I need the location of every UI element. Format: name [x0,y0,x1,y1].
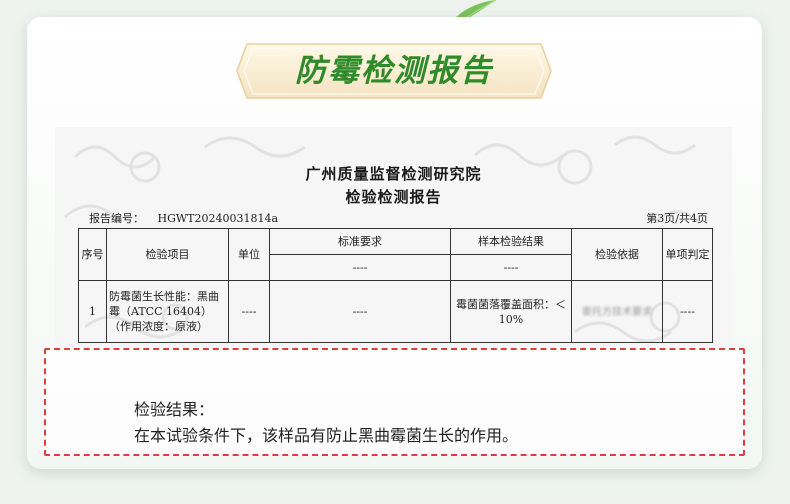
banner-title: 防霉检测报告 [295,53,493,89]
header-standard: 标准要求 [269,228,451,255]
header-unit: 单位 [228,228,270,281]
cell-standard: ---- [269,280,451,343]
cell-basis-text: 委托方技术要求 [582,306,652,318]
report-number-value: HGWT20240031814a [157,212,279,225]
subheader-result: ---- [450,254,572,281]
cell-item: 防霉菌生长性能：黑曲霉（ATCC 16404）（作用浓度：原液） [106,280,229,343]
cell-unit: ---- [228,280,270,343]
header-judgment: 单项判定 [662,228,713,281]
conclusion-label: 检验结果： [134,400,215,419]
cell-seq: 1 [78,280,107,343]
results-table: 序号 检验项目 单位 标准要求 样本检验结果 检验依据 单项判定 ---- --… [78,228,713,343]
subheader-standard: ---- [269,254,451,281]
page-info: 第3页/共4页 [646,212,708,225]
organization-name: 广州质量监督检测研究院 [305,165,482,183]
document-type: 检验检测报告 [345,188,442,206]
header-item: 检验项目 [106,228,229,281]
cell-basis: 委托方技术要求 [571,280,663,343]
header-result: 样本检验结果 [450,228,572,255]
table-row: 1 防霉菌生长性能：黑曲霉（ATCC 16404）（作用浓度：原液） ---- … [78,280,713,343]
header-basis: 检验依据 [571,228,663,281]
cell-result: 霉菌菌落覆盖面积：＜10% [450,280,572,343]
title-banner: 防霉检测报告 [233,38,555,104]
report-number: 报告编号： HGWT20240031814a [89,210,278,226]
header-seq: 序号 [78,228,107,281]
conclusion-text: 在本试验条件下，该样品有防止黑曲霉菌生长的作用。 [134,426,519,445]
conclusion-box: 检验结果： 在本试验条件下，该样品有防止黑曲霉菌生长的作用。 [44,348,745,456]
report-number-label: 报告编号： [89,212,144,225]
cell-judgment: ---- [662,280,713,343]
report-document: 广州质量监督检测研究院 检验检测报告 报告编号： HGWT20240031814… [55,127,732,353]
